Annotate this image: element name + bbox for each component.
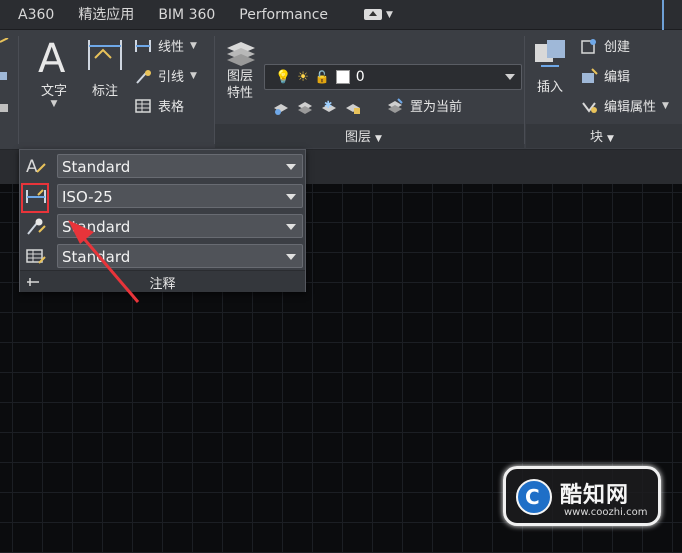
- linear-dimension-icon: [135, 39, 151, 52]
- edit-block-button[interactable]: 编辑: [580, 66, 630, 85]
- set-current-layer-button[interactable]: 置为当前: [386, 96, 462, 115]
- create-block-label: 创建: [604, 40, 631, 55]
- edit-attributes-button[interactable]: 编辑属性 ▼: [580, 96, 669, 115]
- table-label: 表格: [158, 100, 185, 115]
- clipped-tool-icons: [0, 38, 9, 112]
- layer-off-icon[interactable]: [272, 98, 290, 116]
- ribbon: A 文字 ▼ 标注 线性 ▼ 引线 ▼ 表格 图层 特性 💡 ☀ 🔓 0 ✱ 置…: [0, 30, 682, 150]
- edit-block-label: 编辑: [604, 70, 631, 85]
- dimension-button[interactable]: 标注: [84, 34, 126, 99]
- highlight-box: [21, 183, 49, 213]
- layer-properties-button[interactable]: 图层 特性: [222, 34, 258, 102]
- dimension-button-label: 标注: [91, 84, 118, 99]
- multileader-style-icon: [27, 218, 46, 235]
- table-icon: [135, 98, 151, 113]
- layer-color-swatch: [335, 70, 350, 84]
- svg-text:✱: ✱: [324, 100, 332, 111]
- chevron-down-icon: ▼: [50, 99, 58, 109]
- dimension-icon: [88, 40, 122, 70]
- svg-text:A: A: [26, 157, 38, 176]
- chevron-down-icon: [505, 74, 515, 80]
- unlock-icon: 🔓: [314, 70, 330, 84]
- watermark-logo: C: [516, 479, 552, 515]
- tab-performance[interactable]: Performance: [227, 0, 340, 30]
- watermark: C 酷知网 www.coozhi.com: [503, 466, 661, 526]
- chevron-down-icon: [286, 254, 296, 260]
- table-style-icon: [26, 249, 46, 264]
- dimension-style-value: ISO-25: [62, 188, 113, 206]
- table-button[interactable]: 表格: [134, 96, 184, 115]
- edit-attributes-label: 编辑属性: [604, 100, 657, 115]
- chevron-down-icon: [286, 164, 296, 170]
- layers-panel-title[interactable]: 图层 ▼: [345, 126, 382, 146]
- dimension-style-dropdown[interactable]: ISO-25: [57, 184, 303, 208]
- chevron-down-icon: ▼: [386, 9, 393, 20]
- text-button[interactable]: A 文字 ▼: [34, 34, 74, 109]
- chevron-down-icon: ▼: [190, 70, 197, 81]
- watermark-url: www.coozhi.com: [564, 507, 648, 518]
- sun-icon: ☀: [297, 69, 309, 85]
- text-button-label: 文字: [40, 84, 67, 99]
- layer-isolate-icon[interactable]: [296, 98, 314, 116]
- layer-dropdown[interactable]: 💡 ☀ 🔓 0: [264, 64, 522, 90]
- dimension-style-row: ISO-25: [20, 182, 305, 210]
- chevron-down-icon: ▼: [190, 40, 197, 51]
- chevron-down-icon: ▼: [607, 134, 614, 144]
- leader-button[interactable]: 引线 ▼: [134, 66, 197, 85]
- leader-icon: [136, 69, 151, 84]
- cloud-connect-dropdown[interactable]: ▼: [364, 9, 393, 20]
- layer-properties-label: 图层 特性: [226, 69, 253, 101]
- tab-bim360[interactable]: BIM 360: [146, 0, 227, 30]
- edit-attributes-icon: [582, 101, 597, 113]
- create-block-icon: [581, 38, 596, 54]
- text-style-value: Standard: [62, 158, 131, 176]
- text-icon: A: [38, 36, 66, 78]
- annotation-arrow-icon: [68, 220, 140, 303]
- text-style-row: A Standard: [20, 152, 305, 180]
- linear-label: 线性: [158, 40, 185, 55]
- set-current-icon: [388, 97, 403, 113]
- current-layer-value: 0: [355, 69, 365, 85]
- tab-a360[interactable]: A360: [0, 0, 66, 30]
- chevron-down-icon: ▼: [662, 100, 669, 111]
- cloud-connect-icon: [364, 9, 383, 20]
- linear-dimension-button[interactable]: 线性 ▼: [134, 36, 197, 55]
- insert-block-icon: [535, 40, 565, 67]
- chevron-down-icon: [286, 194, 296, 200]
- text-style-icon: A: [26, 157, 46, 176]
- layer-freeze-icon[interactable]: ✱: [320, 98, 338, 116]
- create-block-button[interactable]: 创建: [580, 36, 630, 55]
- svg-text:A: A: [38, 36, 66, 78]
- text-style-dropdown[interactable]: Standard: [57, 154, 303, 178]
- layer-lock-icon[interactable]: [344, 98, 362, 116]
- insert-block-button[interactable]: 插入: [530, 34, 570, 95]
- watermark-name: 酷知网: [560, 483, 630, 508]
- edit-block-icon: [582, 67, 598, 83]
- window-edge: [662, 0, 682, 30]
- layer-tools-row-1: ✱: [272, 98, 362, 116]
- lightbulb-icon: 💡: [275, 69, 292, 85]
- block-panel-title[interactable]: 块 ▼: [590, 126, 614, 146]
- block-panel-title-text: 块: [590, 130, 604, 145]
- watermark-logo-letter: C: [525, 485, 540, 509]
- chevron-down-icon: [286, 224, 296, 230]
- top-menu-bar: A360 精选应用 BIM 360 Performance ▼: [0, 0, 682, 30]
- tab-featured-apps[interactable]: 精选应用: [66, 0, 146, 30]
- set-current-label: 置为当前: [410, 100, 463, 115]
- insert-block-label: 插入: [536, 80, 563, 95]
- leader-label: 引线: [158, 70, 185, 85]
- layers-panel-title-text: 图层: [345, 130, 372, 145]
- chevron-down-icon: ▼: [375, 134, 382, 144]
